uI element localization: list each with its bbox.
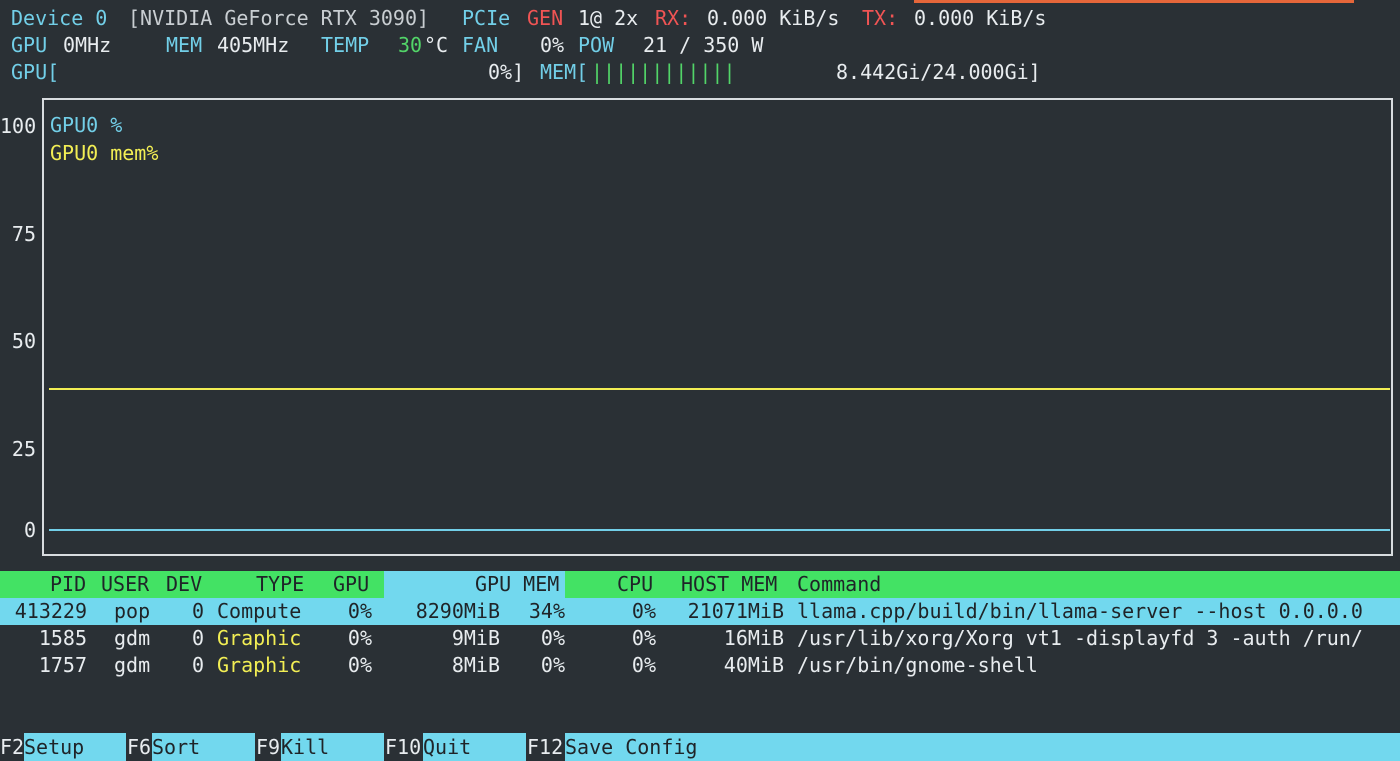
cell-host-mem: 16MiB xyxy=(723,626,784,650)
y-tick-label: 100 xyxy=(0,114,37,138)
header-dev[interactable]: DEV xyxy=(166,571,202,598)
f12-key: F12 xyxy=(527,733,564,761)
temp-label: TEMP xyxy=(321,33,370,57)
pcie-label: PCIe xyxy=(462,6,511,30)
tx-value: 0.000 KiB/s xyxy=(914,6,1047,30)
legend-gpu-mem: GPU0 mem% xyxy=(50,141,159,165)
gpu-util-series-line xyxy=(49,529,1390,531)
cell-gpu: 0% xyxy=(347,653,372,677)
y-tick-label: 50 xyxy=(11,329,36,353)
cell-user: gdm xyxy=(114,653,151,677)
cell-dev: 0 xyxy=(191,626,204,650)
cell-gpu-mem: 8290MiB xyxy=(415,599,500,623)
gpu-meter-label: GPU[ xyxy=(11,60,60,84)
cell-dev: 0 xyxy=(191,653,204,677)
y-tick-label: 25 xyxy=(11,437,36,461)
cell-cpu: 0% xyxy=(631,653,656,677)
utilization-plot xyxy=(42,98,1393,556)
cell-cpu: 0% xyxy=(631,599,656,623)
f9-key: F9 xyxy=(256,733,281,761)
legend-gpu-util: GPU0 % xyxy=(50,113,123,137)
rx-label: RX: xyxy=(655,6,692,30)
cell-pid: 1757 xyxy=(38,653,87,677)
f6-key: F6 xyxy=(127,733,152,761)
quit-button[interactable]: Quit xyxy=(423,733,526,761)
cell-type: Graphic xyxy=(217,626,302,650)
cell-gpu-mem-pct: 0% xyxy=(540,653,565,677)
device-name: [NVIDIA GeForce RTX 3090] xyxy=(128,6,430,30)
cell-pid: 1585 xyxy=(38,626,87,650)
gpu-clock-label: GPU xyxy=(11,33,48,57)
mem-meter-label: MEM[ xyxy=(540,60,589,84)
header-host-mem[interactable]: HOST MEM xyxy=(681,571,777,598)
mem-clock-label: MEM xyxy=(166,33,203,57)
cell-gpu-mem-pct: 34% xyxy=(528,599,565,623)
header-type[interactable]: TYPE xyxy=(256,571,304,598)
cell-command: /usr/lib/xorg/Xorg vt1 -displayfd 3 -aut… xyxy=(797,626,1363,650)
cell-dev: 0 xyxy=(191,599,204,623)
fan-label: FAN xyxy=(462,33,499,57)
gpu-clock-value: 0MHz xyxy=(63,33,112,57)
rx-value: 0.000 KiB/s xyxy=(707,6,840,30)
cell-gpu-mem: 9MiB xyxy=(451,626,500,650)
cell-host-mem: 40MiB xyxy=(723,653,784,677)
device-label: Device 0 xyxy=(11,6,108,30)
cell-user: pop xyxy=(114,599,151,623)
header-user[interactable]: USER xyxy=(101,571,149,598)
fan-value: 0% xyxy=(540,33,565,57)
cell-command: /usr/bin/gnome-shell xyxy=(797,653,1038,677)
cell-gpu-mem-pct: 0% xyxy=(540,626,565,650)
f2-key: F2 xyxy=(0,733,25,761)
header-gpu-mem[interactable]: GPU MEM xyxy=(475,571,559,598)
gen-label: GEN xyxy=(527,6,564,30)
cell-gpu: 0% xyxy=(347,626,372,650)
cell-user: gdm xyxy=(114,626,151,650)
cell-pid: 413229 xyxy=(14,599,87,623)
temp-unit: °C xyxy=(424,33,449,57)
gpu-meter-value: 0%] xyxy=(488,60,525,84)
temp-value: 30 xyxy=(398,33,423,57)
gpu-mem-series-line xyxy=(49,388,1390,390)
table-row[interactable] xyxy=(0,652,1400,679)
setup-button[interactable]: Setup xyxy=(24,733,126,761)
header-pid[interactable]: PID xyxy=(50,571,86,598)
kill-button[interactable]: Kill xyxy=(281,733,384,761)
cell-gpu: 0% xyxy=(347,599,372,623)
mem-clock-value: 405MHz xyxy=(217,33,290,57)
title-accent-bar xyxy=(914,0,1354,3)
gen-value: 1@ 2x xyxy=(578,6,639,30)
header-command[interactable]: Command xyxy=(797,571,881,598)
y-tick-label: 0 xyxy=(23,518,36,542)
mem-meter-fill: |||||||||||| xyxy=(591,60,736,84)
power-value: 21 / 350 W xyxy=(643,33,764,57)
cell-type: Compute xyxy=(217,599,302,623)
cell-host-mem: 21071MiB xyxy=(687,599,784,623)
header-cpu[interactable]: CPU xyxy=(617,571,653,598)
mem-meter-value: 8.442Gi/24.000Gi] xyxy=(836,60,1041,84)
cell-cpu: 0% xyxy=(631,626,656,650)
header-gpu[interactable]: GPU xyxy=(333,571,369,598)
cell-command: llama.cpp/build/bin/llama-server --host … xyxy=(797,599,1363,623)
power-label: POW xyxy=(578,33,615,57)
cell-type: Graphic xyxy=(217,653,302,677)
f10-key: F10 xyxy=(385,733,422,761)
tx-label: TX: xyxy=(862,6,899,30)
save-config-button[interactable]: Save Config xyxy=(565,733,1400,761)
y-tick-label: 75 xyxy=(11,222,36,246)
sort-button[interactable]: Sort xyxy=(152,733,255,761)
cell-gpu-mem: 8MiB xyxy=(451,653,500,677)
